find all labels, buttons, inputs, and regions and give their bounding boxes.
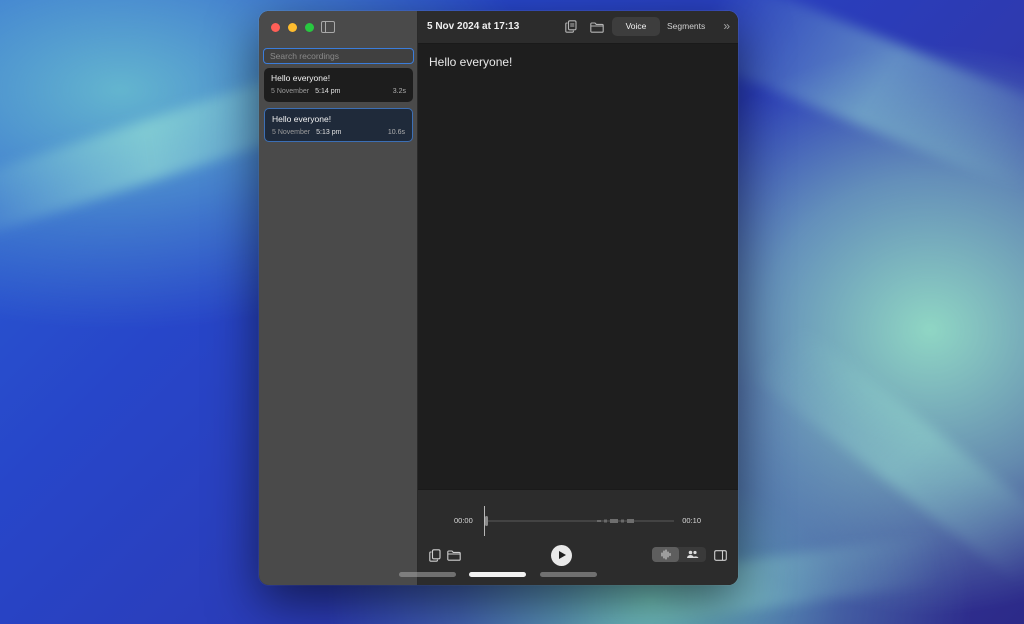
recording-date: 5 November <box>272 129 311 136</box>
transcript-text[interactable]: Hello everyone! <box>429 55 512 69</box>
recording-time: 5:13 pm <box>316 129 342 136</box>
chevron-double-right-icon[interactable]: » <box>723 20 730 32</box>
people-icon[interactable] <box>679 547 706 562</box>
sidebar-right-icon[interactable] <box>714 550 727 561</box>
window-indicator[interactable] <box>399 572 456 577</box>
waveform-icon[interactable] <box>652 547 679 562</box>
copy-icon[interactable] <box>565 20 577 33</box>
recording-item[interactable]: Hello everyone! 5 November 5:14 pm 3.2s <box>264 68 413 102</box>
close-window-button[interactable] <box>271 23 280 32</box>
tab-segments[interactable]: Segments <box>660 17 712 36</box>
app-window: Hello everyone! 5 November 5:14 pm 3.2s … <box>259 11 738 585</box>
playback-bar: 00:00 00:10 <box>418 489 738 585</box>
zoom-window-button[interactable] <box>305 23 314 32</box>
recording-time: 5:14 pm <box>315 88 341 95</box>
window-indicator[interactable] <box>540 572 597 577</box>
tab-voice[interactable]: Voice <box>612 17 660 36</box>
recording-duration: 10.6s <box>387 129 405 136</box>
sidebar: Hello everyone! 5 November 5:14 pm 3.2s … <box>259 11 418 585</box>
waveform-scrubber[interactable] <box>484 506 674 536</box>
toolbar: 5 Nov 2024 at 17:13 Voice Segments » <box>418 11 738 44</box>
current-time: 00:00 <box>454 516 473 525</box>
audio-mode-toggle <box>652 547 706 562</box>
search-input[interactable] <box>263 48 414 64</box>
recording-meta: 5 November 5:13 pm 10.6s <box>272 129 405 136</box>
recording-duration: 3.2s <box>392 88 406 95</box>
view-mode-tabs: Voice Segments <box>612 17 712 36</box>
recording-meta: 5 November 5:14 pm 3.2s <box>271 88 406 95</box>
sidebar-toggle-icon[interactable] <box>321 21 335 33</box>
wallpaper-streak <box>754 322 1024 588</box>
recording-date: 5 November <box>271 88 310 95</box>
folder-icon[interactable] <box>590 21 604 34</box>
minimize-window-button[interactable] <box>288 23 297 32</box>
recording-item-selected[interactable]: Hello everyone! 5 November 5:13 pm 10.6s <box>264 108 413 142</box>
total-time: 00:10 <box>682 516 701 525</box>
recording-title-heading: 5 Nov 2024 at 17:13 <box>427 21 520 32</box>
window-indicator-active[interactable] <box>469 572 526 577</box>
main-pane: 5 Nov 2024 at 17:13 Voice Segments » Hel… <box>418 11 738 585</box>
wallpaper-streak <box>696 0 1024 195</box>
folder-icon[interactable] <box>447 550 461 561</box>
recording-title: Hello everyone! <box>271 73 331 83</box>
copy-icon[interactable] <box>429 549 441 562</box>
recording-title: Hello everyone! <box>272 114 332 124</box>
window-controls <box>271 23 314 32</box>
play-icon[interactable] <box>551 545 572 566</box>
